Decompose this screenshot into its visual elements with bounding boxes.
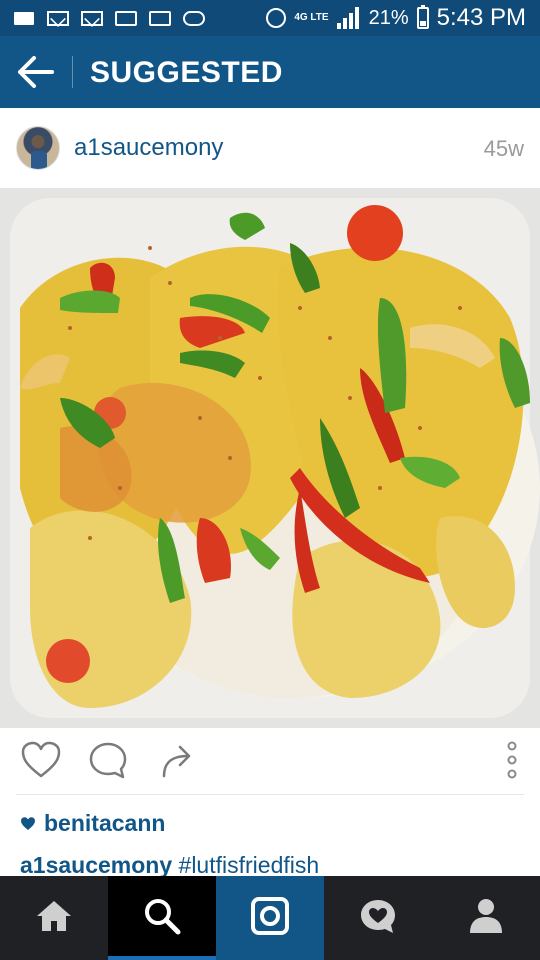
post-username[interactable]: a1saucemony bbox=[74, 134, 223, 162]
post-actions bbox=[0, 728, 540, 798]
heart-filled-icon bbox=[20, 816, 36, 832]
nav-search[interactable] bbox=[108, 876, 216, 960]
app-header: SUGGESTED bbox=[0, 36, 540, 108]
voicemail-icon bbox=[182, 6, 206, 28]
header-divider bbox=[72, 56, 73, 88]
avatar[interactable] bbox=[16, 126, 60, 170]
signal-icon bbox=[336, 7, 361, 29]
post-header: a1saucemony 45w bbox=[0, 108, 540, 188]
email-icon bbox=[80, 6, 104, 28]
battery-percent: 21% bbox=[368, 7, 409, 29]
speech-bubble-icon[interactable] bbox=[88, 740, 128, 785]
profile-icon bbox=[468, 897, 504, 940]
post-age: 45w bbox=[483, 136, 524, 161]
page-title: SUGGESTED bbox=[90, 56, 283, 89]
post-photo[interactable] bbox=[0, 188, 540, 728]
battery-icon bbox=[416, 5, 429, 29]
caption-username[interactable]: a1saucemony bbox=[20, 852, 172, 878]
message-icon bbox=[12, 6, 36, 28]
arrow-left-icon[interactable] bbox=[16, 54, 56, 90]
likes-row: benitacann bbox=[20, 810, 165, 837]
gallery-icon bbox=[148, 6, 172, 28]
email-icon bbox=[46, 6, 70, 28]
camera-icon bbox=[250, 896, 290, 941]
nav-camera[interactable] bbox=[216, 876, 324, 960]
home-icon bbox=[34, 898, 74, 939]
alarm-icon bbox=[266, 8, 287, 28]
nav-home[interactable] bbox=[0, 876, 108, 960]
network-type-icon: 4G LTE bbox=[294, 12, 329, 23]
clock: 5:43 PM bbox=[436, 4, 526, 31]
email-icon bbox=[114, 6, 138, 28]
nav-activity[interactable] bbox=[324, 876, 432, 960]
divider bbox=[16, 794, 524, 795]
search-icon bbox=[142, 896, 182, 941]
bottom-nav bbox=[0, 876, 540, 960]
activity-heart-icon bbox=[358, 896, 398, 941]
caption-hashtag[interactable]: #lutfisfriedfish bbox=[179, 852, 320, 878]
nav-profile[interactable] bbox=[432, 876, 540, 960]
vertical-dots-icon[interactable] bbox=[504, 740, 520, 785]
status-bar: 4G LTE 21% 5:43 PM bbox=[0, 0, 540, 36]
share-arrow-icon[interactable] bbox=[158, 740, 198, 785]
liker-username[interactable]: benitacann bbox=[44, 810, 165, 837]
caption: a1saucemony #lutfisfriedfish bbox=[20, 852, 319, 879]
heart-outline-icon[interactable] bbox=[20, 740, 62, 785]
